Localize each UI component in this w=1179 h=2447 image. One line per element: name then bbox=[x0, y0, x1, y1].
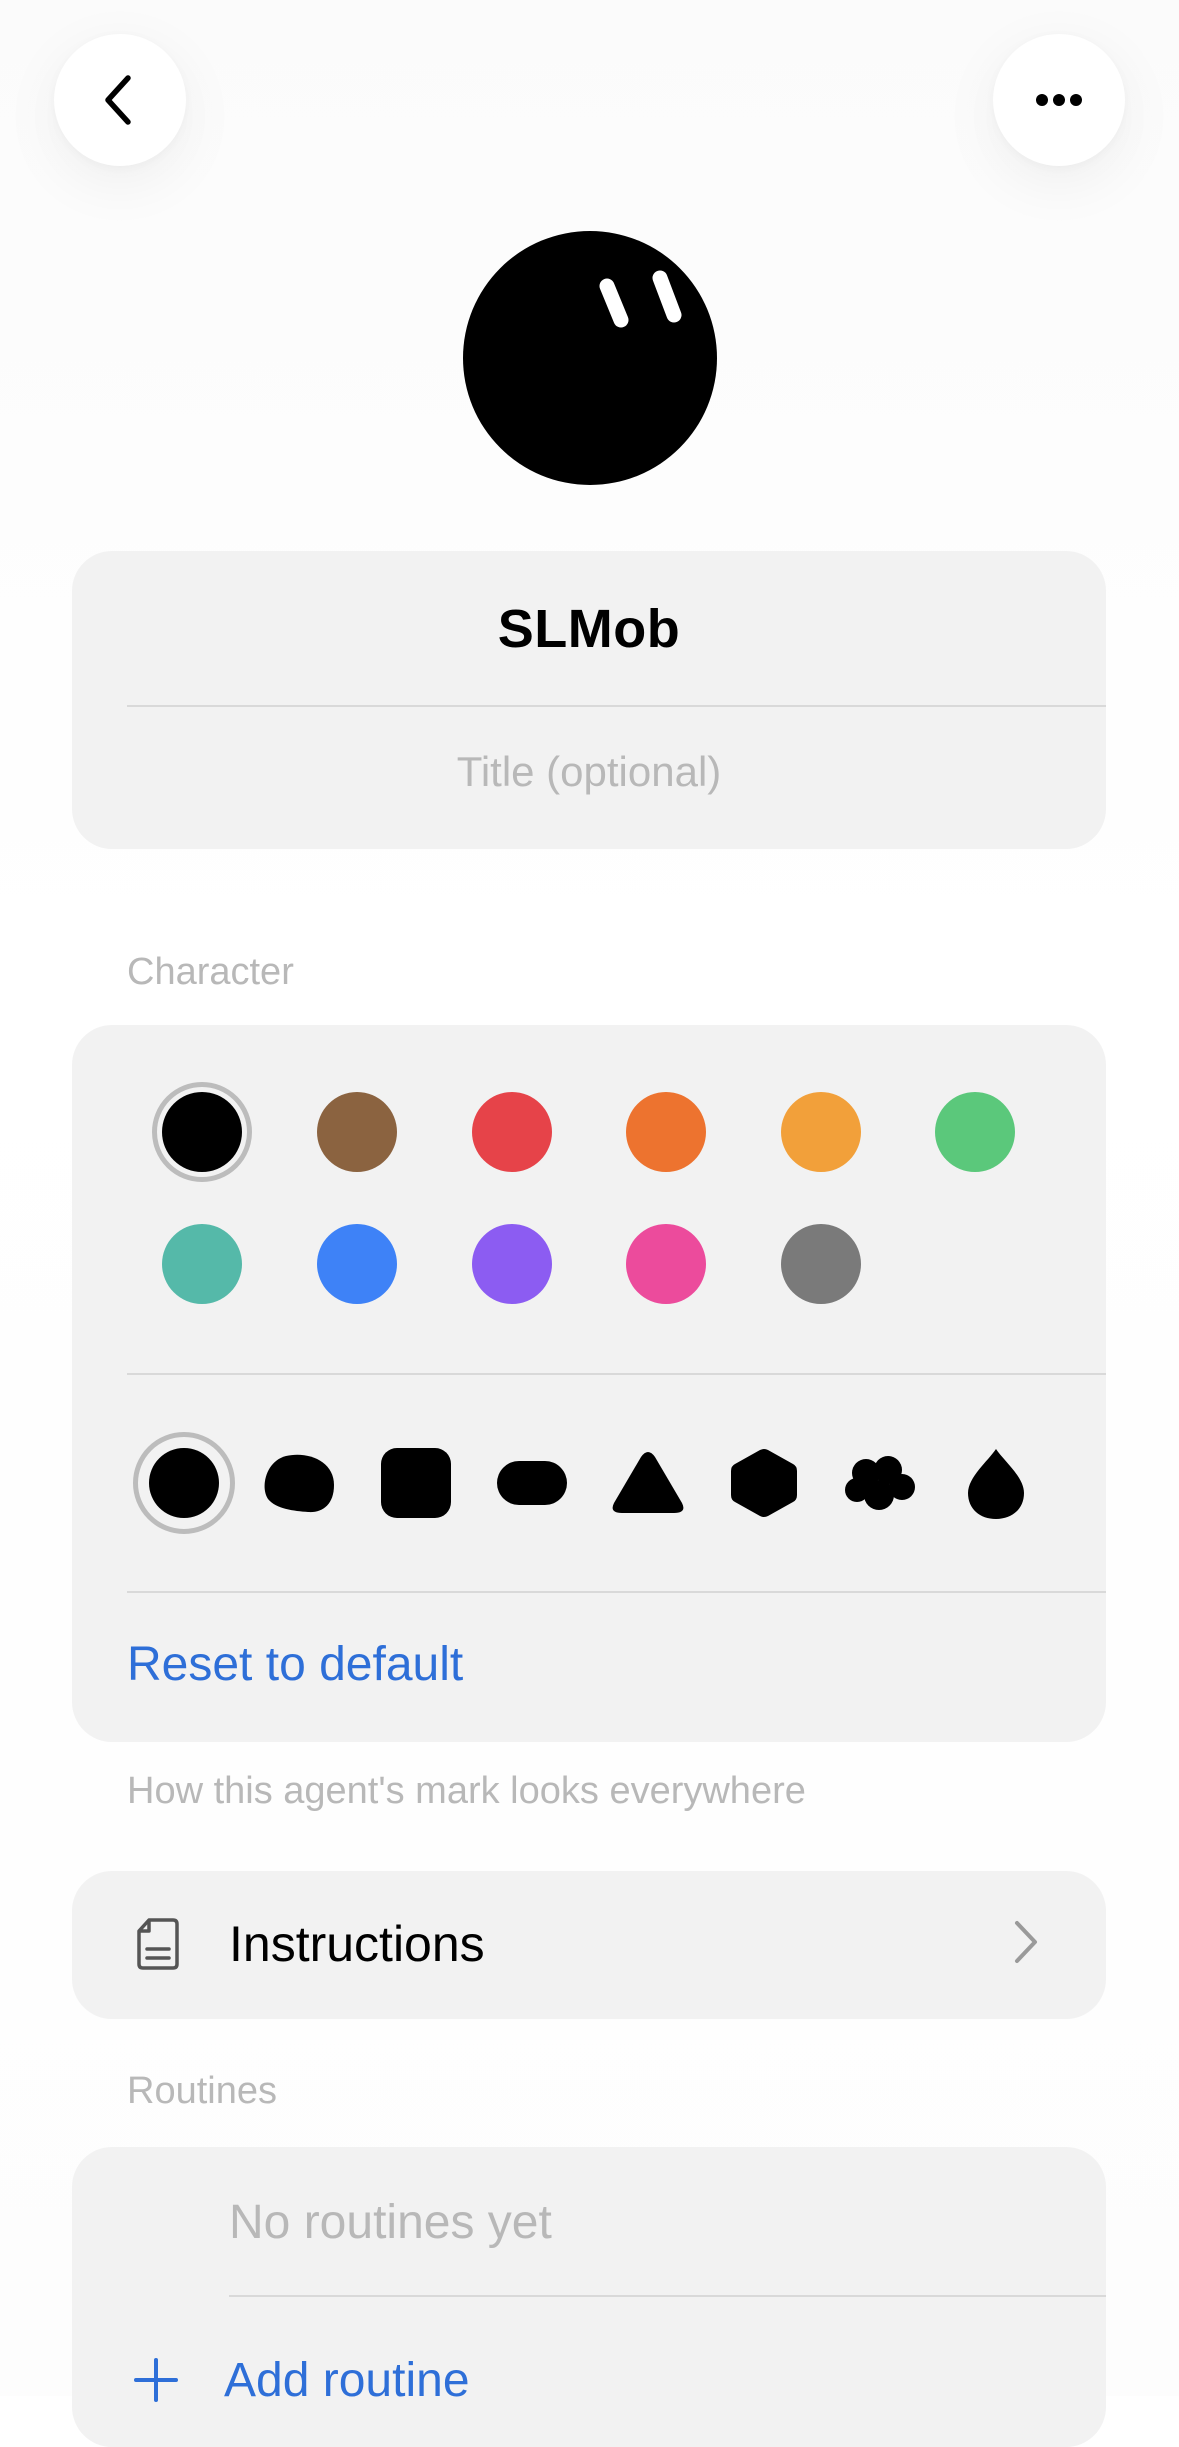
hexagon-shape-icon bbox=[731, 1449, 797, 1517]
character-section-label: Character bbox=[127, 951, 294, 993]
add-routine-label: Add routine bbox=[224, 2353, 470, 2407]
divider bbox=[127, 1373, 1106, 1375]
character-card: Reset to default bbox=[72, 1025, 1106, 1742]
color-swatch-blue[interactable] bbox=[317, 1224, 397, 1304]
blob-shape-icon bbox=[264, 1454, 334, 1513]
shape-rounded-square-option[interactable] bbox=[371, 1438, 461, 1528]
divider bbox=[127, 705, 1106, 707]
rounded-square-shape-icon bbox=[381, 1448, 451, 1518]
color-swatch-orange[interactable] bbox=[626, 1092, 706, 1172]
ellipsis-icon bbox=[1036, 94, 1082, 106]
character-helper-text: How this agent's mark looks everywhere bbox=[127, 1770, 806, 1812]
shape-cloud-option[interactable] bbox=[835, 1438, 925, 1528]
color-swatch-teal[interactable] bbox=[162, 1224, 242, 1304]
color-swatch-red[interactable] bbox=[472, 1092, 552, 1172]
color-swatch-gray[interactable] bbox=[781, 1224, 861, 1304]
no-routines-text: No routines yet bbox=[229, 2196, 552, 2249]
divider bbox=[127, 1591, 1106, 1593]
instructions-row[interactable]: Instructions bbox=[72, 1871, 1106, 2019]
avatar-eyes-icon bbox=[599, 270, 682, 328]
shape-blob-option[interactable] bbox=[255, 1438, 345, 1528]
triangle-shape-icon bbox=[612, 1452, 684, 1513]
drop-shape-icon bbox=[968, 1449, 1024, 1519]
agent-name[interactable]: SLMob bbox=[72, 593, 1106, 665]
color-swatch-black[interactable] bbox=[162, 1092, 242, 1172]
agent-avatar[interactable] bbox=[463, 231, 717, 485]
color-swatch-green[interactable] bbox=[935, 1092, 1015, 1172]
color-swatch-purple[interactable] bbox=[472, 1224, 552, 1304]
instructions-label: Instructions bbox=[229, 1916, 485, 1972]
plus-icon bbox=[134, 2358, 178, 2402]
title-input[interactable] bbox=[112, 739, 1066, 805]
add-routine-button[interactable]: Add routine bbox=[132, 2345, 470, 2415]
color-swatch-brown[interactable] bbox=[317, 1092, 397, 1172]
cloud-shape-icon bbox=[845, 1456, 915, 1510]
back-button[interactable] bbox=[54, 34, 186, 166]
chevron-right-icon bbox=[1015, 1921, 1037, 1963]
color-swatch-amber[interactable] bbox=[781, 1092, 861, 1172]
routines-section-label: Routines bbox=[127, 2070, 277, 2112]
circle-shape-icon bbox=[149, 1448, 219, 1518]
reset-to-default-link[interactable]: Reset to default bbox=[127, 1637, 463, 1692]
chevron-left-icon bbox=[105, 75, 131, 125]
document-icon bbox=[137, 1918, 179, 1970]
shape-pill-option[interactable] bbox=[487, 1438, 577, 1528]
name-card: SLMob bbox=[72, 551, 1106, 849]
shape-circle-option[interactable] bbox=[139, 1438, 229, 1528]
shape-drop-option[interactable] bbox=[951, 1438, 1041, 1528]
shape-triangle-option[interactable] bbox=[603, 1438, 693, 1528]
agent-settings-screen: SLMob Character bbox=[0, 0, 1179, 2447]
divider bbox=[229, 2295, 1106, 2297]
shape-hexagon-option[interactable] bbox=[719, 1438, 809, 1528]
color-swatch-pink[interactable] bbox=[626, 1224, 706, 1304]
routines-card: No routines yet Add routine bbox=[72, 2147, 1106, 2447]
more-options-button[interactable] bbox=[993, 34, 1125, 166]
pill-shape-icon bbox=[497, 1461, 567, 1505]
